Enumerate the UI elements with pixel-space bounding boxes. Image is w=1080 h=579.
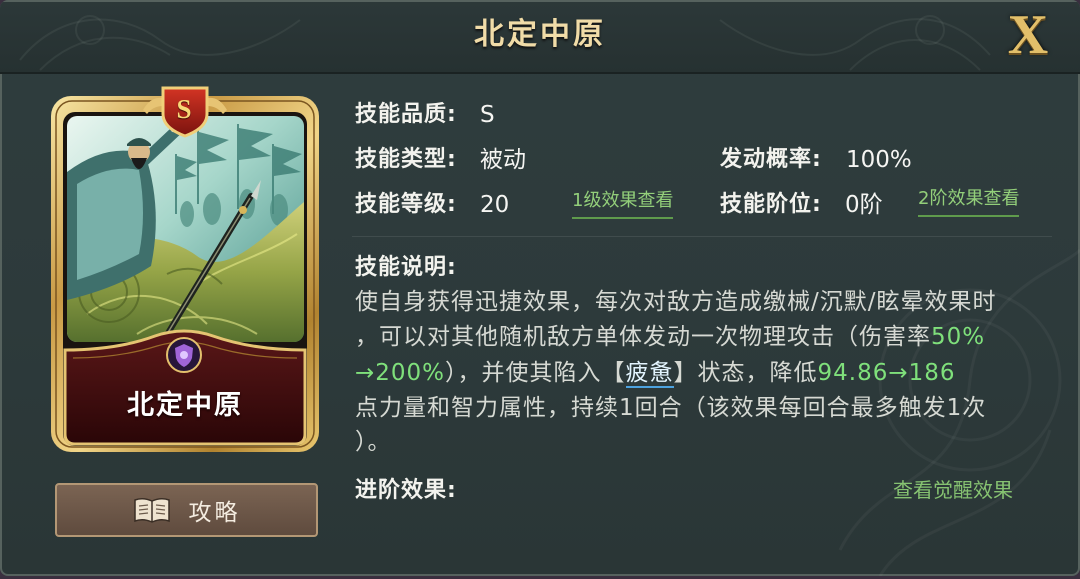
level-effect-link[interactable]: 1级效果查看: [572, 187, 674, 219]
trigger-rate-value: 100%: [846, 147, 912, 173]
section-divider: [352, 236, 1052, 237]
guide-button[interactable]: 攻略: [55, 483, 318, 537]
level-value: 20: [480, 192, 510, 218]
tier-label: 技能阶位:: [720, 192, 822, 217]
type-label: 技能类型:: [355, 147, 457, 172]
description-text: 】状态，降低: [673, 360, 818, 386]
close-icon[interactable]: X: [1000, 6, 1056, 64]
description-text: 点力量和智力属性，持续1回合（该效果每回合最多触发1次: [355, 395, 987, 421]
awaken-effect-link[interactable]: 查看觉醒效果: [893, 475, 1013, 505]
tier-effect-link[interactable]: 2阶效果查看: [918, 185, 1020, 217]
header-bar: 北定中原 X: [0, 0, 1080, 74]
trigger-rate-label: 发动概率:: [720, 147, 822, 172]
damage-rate-value: 50%: [931, 324, 986, 350]
type-value: 被动: [480, 147, 526, 173]
advance-label: 进阶效果:: [355, 478, 457, 503]
grade-badge-letter: S: [176, 94, 192, 124]
purple-emblem-icon: [166, 337, 202, 373]
description-line: →200%），并使其陷入【疲惫】状态，降低94.86→186: [355, 356, 956, 390]
skill-artwork: [67, 116, 304, 342]
description-label: 技能说明:: [355, 255, 457, 280]
description-text: ）。: [355, 429, 392, 455]
description-text: ，可以对其他随机敌方单体发动一次物理攻击（伤害率: [355, 324, 931, 350]
attribute-reduction-value: 94.86→186: [817, 360, 956, 386]
description-line: ，可以对其他随机敌方单体发动一次物理攻击（伤害率50%: [355, 320, 985, 354]
description-text: 使自身获得迅捷效果，每次对敌方造成缴械/沉默/眩晕效果时: [355, 289, 997, 315]
guide-button-label: 攻略: [188, 500, 241, 526]
description-text: ），并使其陷入【: [445, 360, 626, 386]
damage-rate-value: →200%: [355, 360, 446, 386]
description-line: 点力量和智力属性，持续1回合（该效果每回合最多触发1次: [355, 391, 986, 425]
quality-value: S: [480, 102, 495, 128]
tier-value: 0阶: [845, 192, 883, 218]
page-title: 北定中原: [474, 17, 606, 52]
level-label: 技能等级:: [355, 192, 457, 217]
quality-label: 技能品质:: [355, 102, 457, 127]
status-keyword-link[interactable]: 疲惫: [625, 360, 674, 388]
card-skill-name: 北定中原: [127, 390, 243, 421]
skill-detail-panel: 北定中原 X S 北定中原 攻略 技能品质: S 技能类型: 被动 发动概率: …: [0, 0, 1080, 576]
description-line: ）。: [355, 425, 392, 459]
skill-card: S 北定中原: [47, 84, 323, 458]
book-icon: [133, 497, 170, 523]
description-line: 使自身获得迅捷效果，每次对敌方造成缴械/沉默/眩晕效果时: [355, 285, 997, 319]
